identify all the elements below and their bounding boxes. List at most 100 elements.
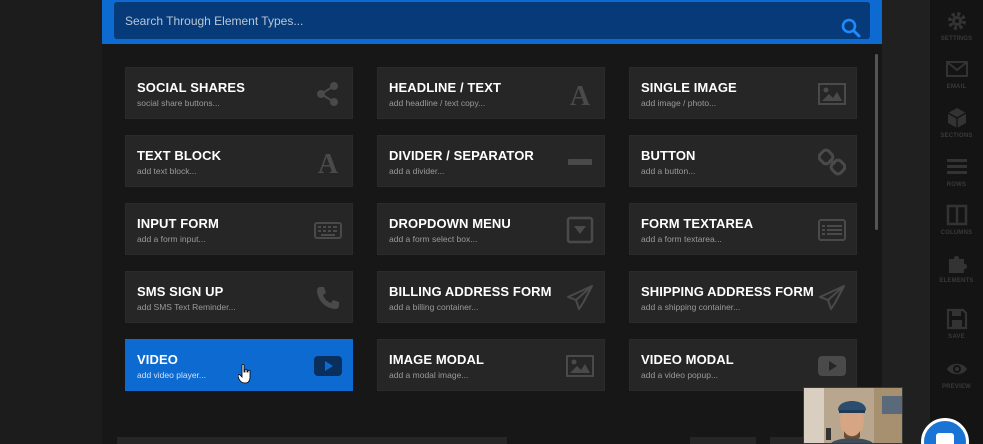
sidebar-item-rows[interactable]: ROWS: [930, 150, 983, 198]
sidebar-item-label: SAVE: [948, 334, 965, 340]
sidebar-item-save[interactable]: SAVE: [930, 302, 983, 350]
list-icon: [818, 219, 846, 241]
gear-icon: [948, 12, 966, 30]
element-title: BUTTON: [641, 148, 696, 163]
element-card-billing-address-form[interactable]: BILLING ADDRESS FORM add a billing conta…: [377, 271, 605, 323]
hand-cursor-icon: [238, 364, 251, 384]
font-a-icon: A: [570, 81, 591, 108]
cube-icon: [947, 108, 967, 128]
image-icon: [818, 83, 846, 105]
element-subtitle: add a shipping container...: [641, 302, 741, 312]
sidebar-item-settings[interactable]: SETTINGS: [930, 4, 983, 52]
sidebar-item-label: SETTINGS: [940, 36, 973, 42]
editor-canvas-left: [0, 0, 102, 444]
element-title: FORM TEXTAREA: [641, 216, 754, 231]
element-title: IMAGE MODAL: [389, 352, 484, 367]
element-title: DROPDOWN MENU: [389, 216, 511, 231]
image-icon: [566, 355, 594, 377]
presenter-video: [804, 388, 902, 443]
webcam-overlay: [803, 387, 903, 444]
element-subtitle: add a modal image...: [389, 370, 469, 380]
svg-text:A: A: [570, 81, 591, 108]
sidebar-item-label: ROWS: [946, 182, 967, 188]
element-card-headline-text[interactable]: HEADLINE / TEXT add headline / text copy…: [377, 67, 605, 119]
element-title: SMS SIGN UP: [137, 284, 224, 299]
svg-text:A: A: [318, 149, 339, 176]
element-title: SOCIAL SHARES: [137, 80, 245, 95]
puzzle-icon: [949, 256, 967, 273]
element-card-input-form[interactable]: INPUT FORM add a form input...: [125, 203, 353, 255]
element-card-button[interactable]: BUTTON add a button...: [629, 135, 857, 187]
floppy-icon: [946, 308, 968, 330]
element-title: INPUT FORM: [137, 216, 219, 231]
right-sidebar: SETTINGS EMAIL SECTIONS ROWS COLUMNS ELE…: [930, 0, 983, 444]
element-card-image-modal[interactable]: IMAGE MODAL add a modal image...: [377, 339, 605, 391]
paper-plane-icon: [567, 285, 593, 310]
chat-icon: [936, 433, 954, 444]
sidebar-item-label: SECTIONS: [940, 133, 973, 139]
eye-icon: [947, 363, 967, 375]
sidebar-item-label: ELEMENTS: [939, 278, 974, 284]
element-title: TEXT BLOCK: [137, 148, 222, 163]
search-input[interactable]: [114, 2, 834, 39]
sidebar-item-label: EMAIL: [946, 84, 967, 90]
sidebar-item-label: PREVIEW: [941, 384, 972, 390]
element-subtitle: social share buttons...: [137, 98, 220, 108]
element-subtitle: add a button...: [641, 166, 696, 176]
element-card-form-textarea[interactable]: FORM TEXTAREA add a form textarea...: [629, 203, 857, 255]
element-title: SHIPPING ADDRESS FORM: [641, 284, 814, 299]
element-title: VIDEO: [137, 352, 178, 367]
element-picker-modal: SOCIAL SHARES social share buttons... HE…: [102, 0, 882, 444]
element-subtitle: add a form select box...: [389, 234, 478, 244]
modal-footer-button[interactable]: [770, 437, 804, 444]
element-subtitle: add a billing container...: [389, 302, 479, 312]
element-card-social-shares[interactable]: SOCIAL SHARES social share buttons...: [125, 67, 353, 119]
element-title: SINGLE IMAGE: [641, 80, 737, 95]
element-title: DIVIDER / SEPARATOR: [389, 148, 534, 163]
element-card-text-block[interactable]: TEXT BLOCK add text block... A: [125, 135, 353, 187]
columns-icon: [946, 204, 968, 226]
sidebar-item-preview[interactable]: PREVIEW: [930, 352, 983, 400]
editor-canvas-right: [882, 0, 930, 444]
sidebar-item-email[interactable]: EMAIL: [930, 52, 983, 100]
envelope-icon: [946, 61, 968, 77]
element-subtitle: add image / photo...: [641, 98, 717, 108]
play-icon: [314, 356, 342, 376]
element-card-video-modal[interactable]: VIDEO MODAL add a video popup...: [629, 339, 857, 391]
search-bar: [102, 0, 882, 44]
modal-footer-field: [117, 437, 507, 444]
element-card-sms-sign-up[interactable]: SMS SIGN UP add SMS Text Reminder...: [125, 271, 353, 323]
modal-footer-button[interactable]: [690, 437, 756, 444]
minus-icon: [568, 159, 592, 165]
search-icon[interactable]: [840, 17, 862, 39]
element-subtitle: add a form input...: [137, 234, 206, 244]
sidebar-item-sections[interactable]: SECTIONS: [930, 101, 983, 149]
element-title: VIDEO MODAL: [641, 352, 734, 367]
sidebar-item-elements[interactable]: ELEMENTS: [930, 246, 983, 294]
element-subtitle: add a video popup...: [641, 370, 719, 380]
element-card-video[interactable]: VIDEO add video player...: [125, 339, 353, 391]
search-box: [114, 2, 870, 39]
paper-plane-icon: [819, 285, 845, 310]
element-subtitle: add video player...: [137, 370, 206, 380]
element-card-dropdown-menu[interactable]: DROPDOWN MENU add a form select box...: [377, 203, 605, 255]
link-icon: [818, 148, 846, 176]
element-subtitle: add SMS Text Reminder...: [137, 302, 236, 312]
sidebar-item-label: COLUMNS: [940, 230, 973, 236]
element-subtitle: add text block...: [137, 166, 197, 176]
element-card-shipping-address-form[interactable]: SHIPPING ADDRESS FORM add a shipping con…: [629, 271, 857, 323]
play-icon: [818, 356, 846, 376]
rows-icon: [947, 159, 967, 174]
element-title: HEADLINE / TEXT: [389, 80, 502, 95]
element-subtitle: add a form textarea...: [641, 234, 722, 244]
phone-icon: [317, 287, 339, 309]
element-card-single-image[interactable]: SINGLE IMAGE add image / photo...: [629, 67, 857, 119]
keyboard-icon: [314, 222, 342, 239]
scrollbar[interactable]: [875, 54, 878, 230]
element-title: BILLING ADDRESS FORM: [389, 284, 552, 299]
font-a-icon: A: [318, 149, 339, 176]
share-icon: [317, 82, 338, 106]
element-card-divider-separator[interactable]: DIVIDER / SEPARATOR add a divider...: [377, 135, 605, 187]
element-subtitle: add headline / text copy...: [389, 98, 486, 108]
sidebar-item-columns[interactable]: COLUMNS: [930, 198, 983, 246]
